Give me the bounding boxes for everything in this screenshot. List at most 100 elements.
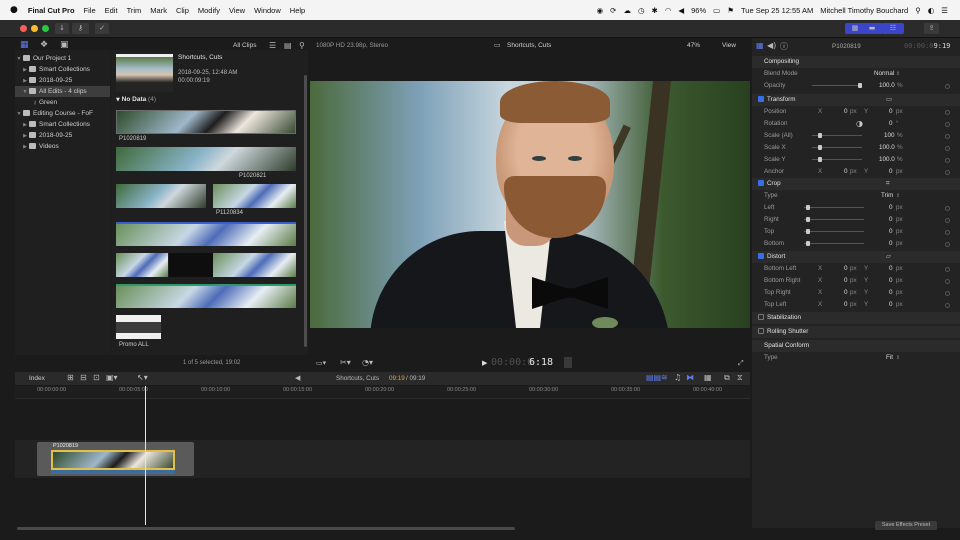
distort-section[interactable]: Distort ▱ [752, 251, 960, 263]
flag-icon[interactable]: ⚑ [727, 6, 734, 15]
audio-skimming-icon[interactable]: ≋ [661, 373, 668, 382]
filmstrip-view-icon[interactable]: ☰ [269, 41, 276, 50]
clip-appearance-timeline-icon[interactable]: ▦ [704, 373, 712, 382]
menu-view[interactable]: View [229, 6, 245, 15]
history-back-icon[interactable]: ◀ [295, 374, 300, 382]
transform-section[interactable]: Transform ▭ [752, 94, 960, 106]
library-editing-course[interactable]: ▼ Editing Course - FoF [15, 108, 110, 119]
crop-top-slider[interactable] [804, 229, 864, 234]
scale-x-slider[interactable] [812, 145, 862, 150]
menu-file[interactable]: File [84, 6, 96, 15]
keyframe-button[interactable] [945, 84, 950, 89]
keyframe-button[interactable] [945, 206, 950, 211]
keyframe-button[interactable] [945, 110, 950, 115]
keyword-green[interactable]: ⚷ Green [15, 97, 110, 108]
bluetooth-icon[interactable]: ✱ [652, 6, 658, 15]
opacity-slider[interactable] [812, 83, 862, 88]
compositing-section[interactable]: Compositing [752, 56, 960, 68]
battery-icon[interactable]: ▭ [713, 6, 720, 15]
event-2018-09-25[interactable]: ▶ 2018-09-25 [15, 75, 110, 86]
menu-list-icon[interactable]: ☰ [941, 6, 948, 15]
save-effects-preset-button[interactable]: Save Effects Preset [875, 521, 937, 530]
menu-clip[interactable]: Clip [176, 6, 189, 15]
show-inspector-button[interactable]: ☷ [882, 23, 904, 34]
info-inspector-icon[interactable]: ⓘ [780, 41, 788, 52]
clock[interactable]: Tue Sep 25 12:55 AM [741, 6, 813, 15]
keyframe-button[interactable] [945, 279, 950, 284]
audio-inspector-icon[interactable]: ◀) [767, 41, 776, 50]
crop-type-select[interactable]: Trim [881, 190, 893, 202]
filmstrip-row-6[interactable] [116, 284, 296, 308]
transitions-browser-icon[interactable]: ⧖ [737, 373, 743, 383]
disclosure-icon[interactable]: ▼ [116, 97, 120, 103]
keyframe-button[interactable] [945, 170, 950, 175]
event-videos[interactable]: ▶ Videos [15, 141, 110, 152]
distort-onscreen-icon[interactable]: ▱ [886, 251, 891, 263]
keyframe-button[interactable] [945, 146, 950, 151]
keyframe-button[interactable] [945, 122, 950, 127]
project-thumbnail[interactable] [116, 54, 173, 92]
event-all-edits[interactable]: ▼ All Edits - 4 clips [15, 86, 110, 97]
wifi-icon[interactable]: ◠ [665, 6, 672, 15]
playhead[interactable] [145, 386, 146, 525]
show-timeline-button[interactable]: ▬ [861, 23, 883, 34]
snapping-icon[interactable]: ⧓ [686, 373, 694, 382]
filmstrip-row-5b[interactable] [213, 253, 296, 277]
crop-left-slider[interactable] [804, 205, 864, 210]
crop-right-slider[interactable] [804, 217, 864, 222]
filmstrip-promo-all[interactable] [116, 315, 161, 339]
sync-icon[interactable]: ⟳ [610, 6, 616, 15]
insert-clip-icon[interactable]: ⊟ [80, 373, 87, 382]
zoom-window-button[interactable] [42, 25, 49, 32]
clip-skimming-icon[interactable]: ▤▤ [646, 373, 661, 382]
transform-onscreen-icon[interactable]: ▭ [886, 94, 892, 106]
spatial-conform-section[interactable]: Spatial Conform [752, 340, 960, 352]
effects-browser-icon[interactable]: ⧉ [724, 373, 730, 383]
menu-trim[interactable]: Trim [127, 6, 142, 15]
siri-icon[interactable]: ◐ [928, 6, 935, 15]
minimize-window-button[interactable] [31, 25, 38, 32]
video-inspector-icon[interactable]: ▦ [756, 41, 764, 50]
menu-modify[interactable]: Modify [198, 6, 220, 15]
distort-checkbox[interactable] [758, 253, 764, 259]
titles-generators-icon[interactable]: ▣ [60, 40, 69, 50]
close-window-button[interactable] [20, 25, 27, 32]
crop-checkbox[interactable] [758, 180, 764, 186]
blend-mode-select[interactable]: Normal [874, 68, 894, 80]
timeline-ruler[interactable]: 00:00:00:00 00:00:05:00 00:00:10:00 00:0… [15, 386, 750, 399]
crop-bottom-slider[interactable] [804, 241, 864, 246]
search-icon[interactable]: ⚲ [915, 6, 921, 15]
stabilization-section[interactable]: Stabilization [752, 312, 960, 324]
background-tasks-button[interactable]: ✓ [95, 23, 109, 34]
clip-appearance-icon[interactable]: ▤ [284, 41, 292, 50]
timer-icon[interactable]: ◷ [638, 6, 645, 15]
timeline-scrollbar[interactable] [17, 527, 515, 530]
scale-all-slider[interactable] [812, 133, 862, 138]
crop-section[interactable]: Crop ⌗ [752, 178, 960, 190]
library-smart-collections[interactable]: ▶ Smart Collections [15, 64, 110, 75]
user-name[interactable]: Mitchell Timothy Bouchard [820, 6, 908, 15]
play-button[interactable]: ▶ [482, 359, 487, 367]
keyframe-button[interactable] [945, 158, 950, 163]
filmstrip-p1120834-b[interactable] [213, 184, 296, 208]
menu-help[interactable]: Help [290, 6, 305, 15]
zoom-menu[interactable]: 47% [687, 42, 700, 49]
crop-onscreen-icon[interactable]: ⌗ [886, 178, 890, 190]
browser-search-icon[interactable]: ⚲ [299, 41, 305, 50]
filmstrip-p1120834-a[interactable] [116, 184, 206, 208]
scale-y-slider[interactable] [812, 157, 862, 162]
filmstrip-row-4[interactable] [116, 222, 296, 246]
fullscreen-icon[interactable]: ⤢ [738, 359, 744, 368]
keyframe-button[interactable] [945, 218, 950, 223]
app-menu[interactable]: Final Cut Pro [28, 6, 75, 15]
transform-checkbox[interactable] [758, 96, 764, 102]
viewer-tools-menu[interactable]: ✂▾ [340, 358, 351, 367]
libraries-icon[interactable]: ▦ [20, 40, 29, 50]
append-clip-icon[interactable]: ⊡ [93, 373, 100, 382]
rolling-shutter-section[interactable]: Rolling Shutter [752, 326, 960, 338]
keyframe-button[interactable] [945, 267, 950, 272]
keyframe-button[interactable] [945, 230, 950, 235]
video-frame[interactable] [310, 81, 750, 328]
share-button[interactable]: ⇪ [924, 23, 939, 34]
select-tool-icon[interactable]: ↖▾ [137, 373, 148, 382]
